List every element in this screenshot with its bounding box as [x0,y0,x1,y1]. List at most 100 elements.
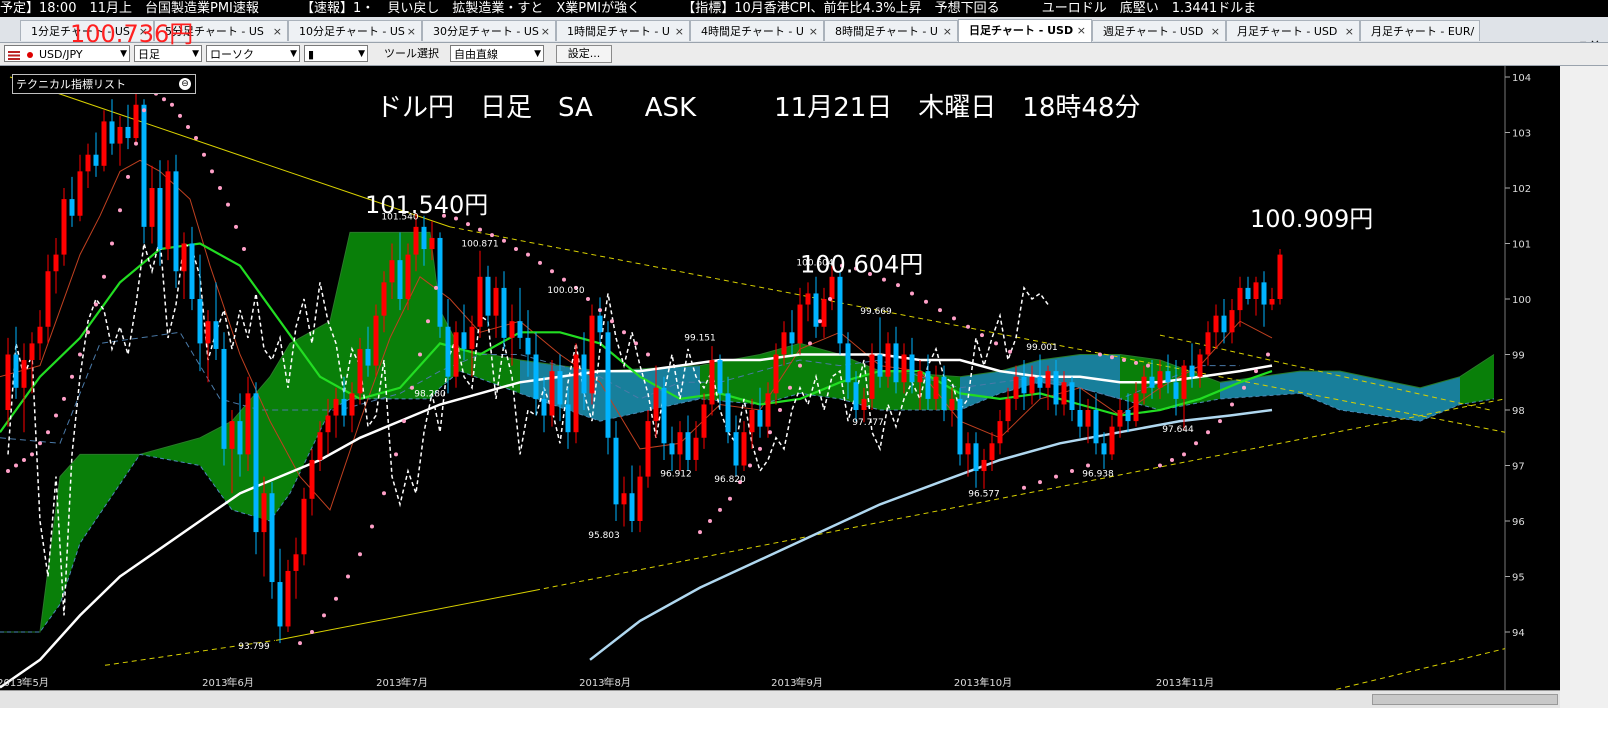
style-select[interactable]: ▮ ▼ [304,45,368,62]
candle-body [925,371,931,399]
candle-body [125,126,131,139]
tab-10min[interactable]: 10分足チャート - US × [288,20,422,41]
sar-dot [698,530,702,535]
y-tick-label: 99 [1512,351,1525,362]
candle-body [229,421,235,449]
sar-dot [142,108,146,113]
candle-body [805,293,811,305]
tab-label: 月足チャート - EUR/ [1371,25,1475,38]
close-icon[interactable]: × [273,21,282,41]
candle-body [285,570,291,627]
candle-body [949,398,955,410]
close-icon[interactable]: × [407,21,416,41]
sar-dot [526,252,530,257]
candle-body [205,321,211,344]
y-tick-label: 100 [1512,295,1531,306]
candle-body [389,260,395,283]
ticker-item[interactable]: 予定】18:00 11月上 台国製造業PMI速報 [0,1,259,16]
candle-body [701,404,707,438]
candle-body [1229,310,1235,333]
sar-dot [562,277,566,282]
tab-monthly-usd[interactable]: 月足チャート - USD × [1226,20,1360,41]
technical-indicator-list[interactable]: テクニカル指標リスト ⊖ [12,74,196,94]
y-tick-label: 98 [1512,406,1525,417]
price-label: 100.871 [461,239,498,249]
tab-weekly[interactable]: 週足チャート - USD × [1092,20,1226,41]
candle-body [197,299,203,344]
sar-dot [402,419,406,424]
sar-dot [758,446,762,451]
price-chart[interactable]: 103.736101.540100.871100.030100.60499.15… [0,66,1560,690]
tab-label: 4時間足チャート - U [701,25,804,38]
candle-body [717,360,723,394]
candle-body [1061,382,1067,405]
close-icon[interactable]: × [809,21,818,41]
ticker-item[interactable]: ユーロドル 底堅い 1.3441ドルま [1042,1,1257,16]
sar-dot [1070,469,1074,474]
chart-title: ドル円 日足 SA ASK 11月21日 木曜日 18時48分 [376,93,1140,123]
candle [301,487,307,566]
tab-monthly-eur[interactable]: 月足チャート - EUR/ [1360,20,1480,41]
candle-body [837,276,843,344]
candle-body [53,254,59,272]
candle-body [1101,443,1107,455]
tab-label: 日足チャート - USD [969,24,1074,37]
close-icon[interactable]: × [1211,21,1220,41]
sar-dot [1054,474,1058,479]
sar-dot [1242,385,1246,390]
x-tick-label: 2013年6月 [202,676,254,689]
sar-dot [322,613,326,618]
ticker-item[interactable]: 【指標】10月香港CPI、前年比4.3%上昇 予想下回る [682,1,999,16]
horizontal-scrollbar[interactable] [0,690,1560,709]
candle-body [1221,315,1227,333]
close-icon[interactable]: × [541,21,550,41]
candle-body [333,398,339,416]
sar-dot [62,396,66,401]
tab-1hour[interactable]: 1時間足チャート - U × [556,20,690,41]
y-tick-label: 103 [1512,129,1531,140]
close-icon[interactable]: × [1077,20,1086,41]
candle-body [765,393,771,427]
candle-body [1141,376,1147,394]
candle [437,232,443,338]
candle-body [109,121,115,144]
scrollbar-thumb[interactable] [1372,694,1558,705]
tab-8hour[interactable]: 8時間足チャート - U × [824,20,958,41]
chart-type-select[interactable]: ローソク ▼ [206,45,300,62]
close-icon[interactable]: × [943,21,952,41]
tool-label: ツール選択 [384,47,439,60]
candle-body [573,354,579,433]
chart-toolbar: USD/JPY ▼ 日足 ▼ ローソク ▼ ▮ ▼ ツール選択 自由直線 ▼ 設定... [0,43,1608,66]
chart-area[interactable]: 103.736101.540100.871100.030100.60499.15… [0,66,1560,690]
sar-dot [194,136,198,141]
tool-select[interactable]: 自由直線 ▼ [450,45,544,62]
candle-body [829,276,835,299]
close-icon[interactable]: × [675,21,684,41]
ticker-item[interactable]: 【速報】1・ 貝い戻し 拡製造業・すと X業PMIが強く [301,1,640,16]
collapse-icon[interactable]: ⊖ [179,78,191,90]
candle-body [349,393,355,416]
sar-dot [178,113,182,118]
tab-daily[interactable]: 日足チャート - USD × [958,19,1092,42]
candle-body [629,493,635,521]
x-tick-label: 2013年5月 [0,676,49,689]
settings-button[interactable]: 設定... [556,45,612,63]
candle-body [165,171,171,250]
sar-dot [1098,352,1102,357]
candle-body [997,421,1003,444]
candle-body [1037,376,1043,388]
sar-dot [210,169,214,174]
sar-dot [1170,457,1174,462]
sar-dot [798,363,802,368]
sar-dot [38,441,42,446]
chevron-down-icon: ▼ [534,49,541,59]
tab-4hour[interactable]: 4時間足チャート - U × [690,20,824,41]
candle-body [541,398,547,416]
candle-body [461,332,467,349]
y-tick-label: 96 [1512,517,1525,528]
close-icon[interactable]: × [1345,21,1354,41]
sar-dot [46,430,50,435]
price-label: 99.151 [684,334,716,344]
tab-30min[interactable]: 30分足チャート - US × [422,20,556,41]
sar-dot [808,341,812,346]
